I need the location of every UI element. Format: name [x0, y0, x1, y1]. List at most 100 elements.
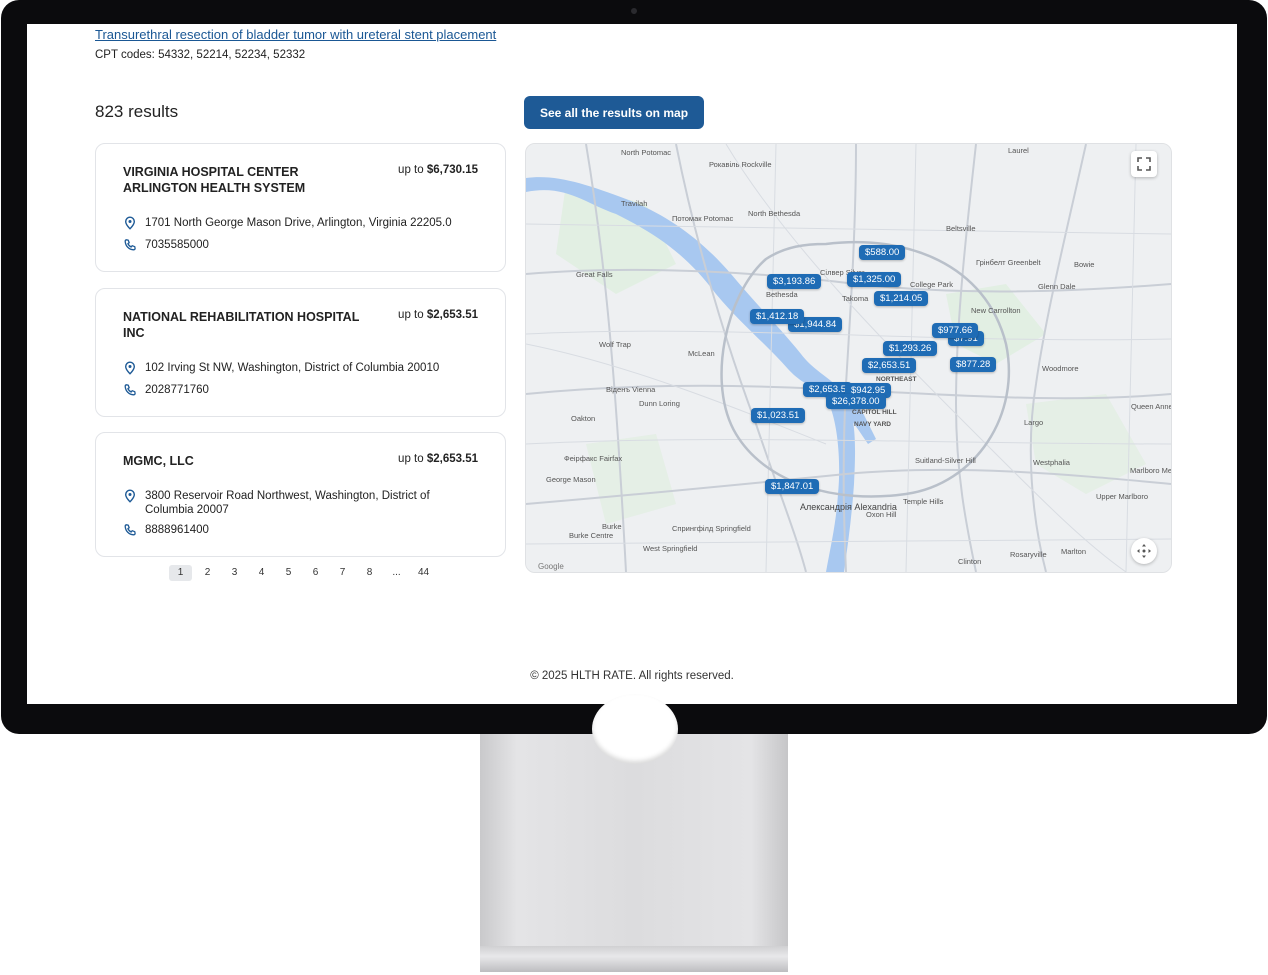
map-place-label: Travilah — [621, 199, 648, 208]
address: 1701 North George Mason Drive, Arlington… — [145, 217, 452, 229]
map-price-pin[interactable]: $1,293.26 — [883, 341, 938, 356]
map-place-label: College Park — [910, 280, 953, 289]
price-value: $6,730.15 — [426, 164, 478, 176]
page-6[interactable]: 6 — [304, 565, 327, 581]
location-pin-icon — [124, 216, 136, 230]
monitor-bezel: Transurethral resection of bladder tumor… — [1, 0, 1267, 734]
map-place-label: NAVY YARD — [854, 421, 891, 428]
map-place-label: Marlton — [1061, 547, 1087, 556]
page-1[interactable]: 1 — [169, 565, 192, 581]
results-map[interactable]: North Potomac Рокавіль Rockville Travila… — [525, 143, 1172, 573]
camera-dot — [631, 8, 637, 14]
phone[interactable]: 2028771760 — [145, 383, 209, 397]
price-prefix: up to — [398, 453, 424, 465]
pagination: 1 2 3 4 5 6 7 8 ... 44 — [169, 565, 439, 581]
page-2[interactable]: 2 — [196, 565, 219, 581]
page-3[interactable]: 3 — [223, 565, 246, 581]
cpt-codes: CPT codes: 54332, 52214, 52234, 52332 — [95, 49, 306, 61]
provider-name: MGMC, LLC — [123, 454, 194, 468]
map-price-pin[interactable]: $877.28 — [950, 357, 997, 372]
see-results-on-map-button[interactable]: See all the results on map — [524, 96, 704, 129]
map-price-pin[interactable]: $1,023.51 — [751, 408, 806, 423]
map-price-pin[interactable]: $3,193.86 — [767, 274, 822, 289]
map-place-label: Феірфакс Fairfax — [564, 454, 623, 463]
price-prefix: up to — [398, 309, 424, 321]
map-place-label: Laurel — [1008, 146, 1029, 155]
phone-row: 7035585000 — [123, 238, 209, 252]
address: 3800 Reservoir Road Northwest, Washingto… — [145, 490, 430, 516]
map-price-pin[interactable]: $1,214.05 — [874, 291, 929, 306]
location-pin-icon — [124, 361, 136, 375]
price: up to $6,730.15 — [398, 164, 478, 176]
location-pin-icon — [124, 489, 136, 503]
map-place-label: Upper Marlboro — [1096, 492, 1149, 501]
address-row: 3800 Reservoir Road Northwest, Washingto… — [123, 489, 453, 517]
map-place-label: Віденъ Vienna — [606, 385, 656, 394]
page-7[interactable]: 7 — [331, 565, 354, 581]
phone-row: 2028771760 — [123, 383, 209, 397]
map-price-pin[interactable]: $1,847.01 — [765, 479, 820, 494]
monitor-stand — [480, 694, 788, 972]
map-place-label: NORTHEAST — [876, 376, 917, 383]
phone-icon — [124, 384, 136, 396]
map-place-label: Suitland-Silver Hill — [915, 456, 976, 465]
map-place-label: Clinton — [958, 557, 982, 566]
page-44[interactable]: 44 — [412, 565, 435, 581]
map-place-label: Потомак Potomac — [672, 214, 734, 223]
map-place-label: Queen Anne Estates — [1131, 402, 1172, 411]
map-price-pin[interactable]: $588.00 — [859, 245, 906, 260]
map-place-label: Burke — [602, 522, 622, 531]
price: up to $2,653.51 — [398, 453, 478, 465]
map-place-label: Westphalia — [1033, 458, 1070, 467]
address-row: 1701 North George Mason Drive, Arlington… — [123, 216, 452, 230]
price: up to $2,653.51 — [398, 309, 478, 321]
map-price-pin[interactable]: $1,325.00 — [847, 272, 902, 287]
page-8[interactable]: 8 — [358, 565, 381, 581]
phone[interactable]: 8888961400 — [145, 523, 209, 537]
result-card[interactable]: NATIONAL REHABILITATION HOSPITAL INC up … — [95, 288, 506, 417]
map-place-label: Oxon Hill — [866, 510, 897, 519]
price-prefix: up to — [398, 164, 424, 176]
map-place-label: Bowie — [1074, 260, 1095, 269]
stand-cable-hole — [592, 694, 678, 764]
map-price-pin[interactable]: $1,412.18 — [750, 309, 805, 324]
map-place-label: Oakton — [571, 414, 596, 423]
map-price-pin[interactable]: $26,378.00 — [826, 394, 886, 409]
page-ellipsis: ... — [392, 567, 401, 578]
map-place-label: Temple Hills — [903, 497, 944, 506]
phone[interactable]: 7035585000 — [145, 238, 209, 252]
map-place-label: Woodmore — [1042, 364, 1079, 373]
page-5[interactable]: 5 — [277, 565, 300, 581]
procedure-title-link[interactable]: Transurethral resection of bladder tumor… — [95, 27, 496, 42]
map-place-label: Takoma — [842, 294, 869, 303]
map-place-label: Beltsville — [946, 224, 976, 233]
phone-icon — [124, 524, 136, 536]
result-card[interactable]: VIRGINIA HOSPITAL CENTER ARLINGTON HEALT… — [95, 143, 506, 272]
map-price-pin[interactable]: $2,653.51 — [862, 358, 917, 373]
google-logo: Google — [538, 562, 564, 571]
result-card[interactable]: MGMC, LLC up to $2,653.51 3800 Reservoir… — [95, 432, 506, 557]
map-place-label: Bethesda — [766, 290, 798, 299]
fullscreen-icon — [1137, 157, 1151, 171]
map-place-label: North Bethesda — [748, 209, 801, 218]
map-place-label: CAPITOL HILL — [852, 409, 897, 416]
map-place-label: George Mason — [546, 475, 596, 484]
fullscreen-button[interactable] — [1131, 151, 1157, 177]
address: 102 Irving St NW, Washington, District o… — [145, 362, 440, 374]
map-place-label: Rosaryville — [1010, 550, 1047, 559]
phone-row: 8888961400 — [123, 523, 209, 537]
recenter-button[interactable] — [1131, 538, 1157, 564]
map-place-label: Glenn Dale — [1038, 282, 1076, 291]
recenter-icon — [1137, 544, 1151, 558]
provider-name: NATIONAL REHABILITATION HOSPITAL INC — [123, 310, 360, 340]
map-place-label: Грінбелт Greenbelt — [976, 258, 1041, 267]
footer-copyright: © 2025 HLTH RATE. All rights reserved. — [530, 670, 734, 682]
map-place-label: Спрингфілд Springfield — [672, 524, 751, 533]
provider-name: VIRGINIA HOSPITAL CENTER ARLINGTON HEALT… — [123, 165, 306, 195]
price-value: $2,653.51 — [426, 453, 478, 465]
map-price-pin[interactable]: $977.66 — [932, 323, 979, 338]
page-4[interactable]: 4 — [250, 565, 273, 581]
map-place-label: Burke Centre — [569, 531, 614, 540]
map-place-label: Dunn Loring — [639, 399, 680, 408]
map-place-label: Marlboro Meadows — [1130, 466, 1172, 475]
